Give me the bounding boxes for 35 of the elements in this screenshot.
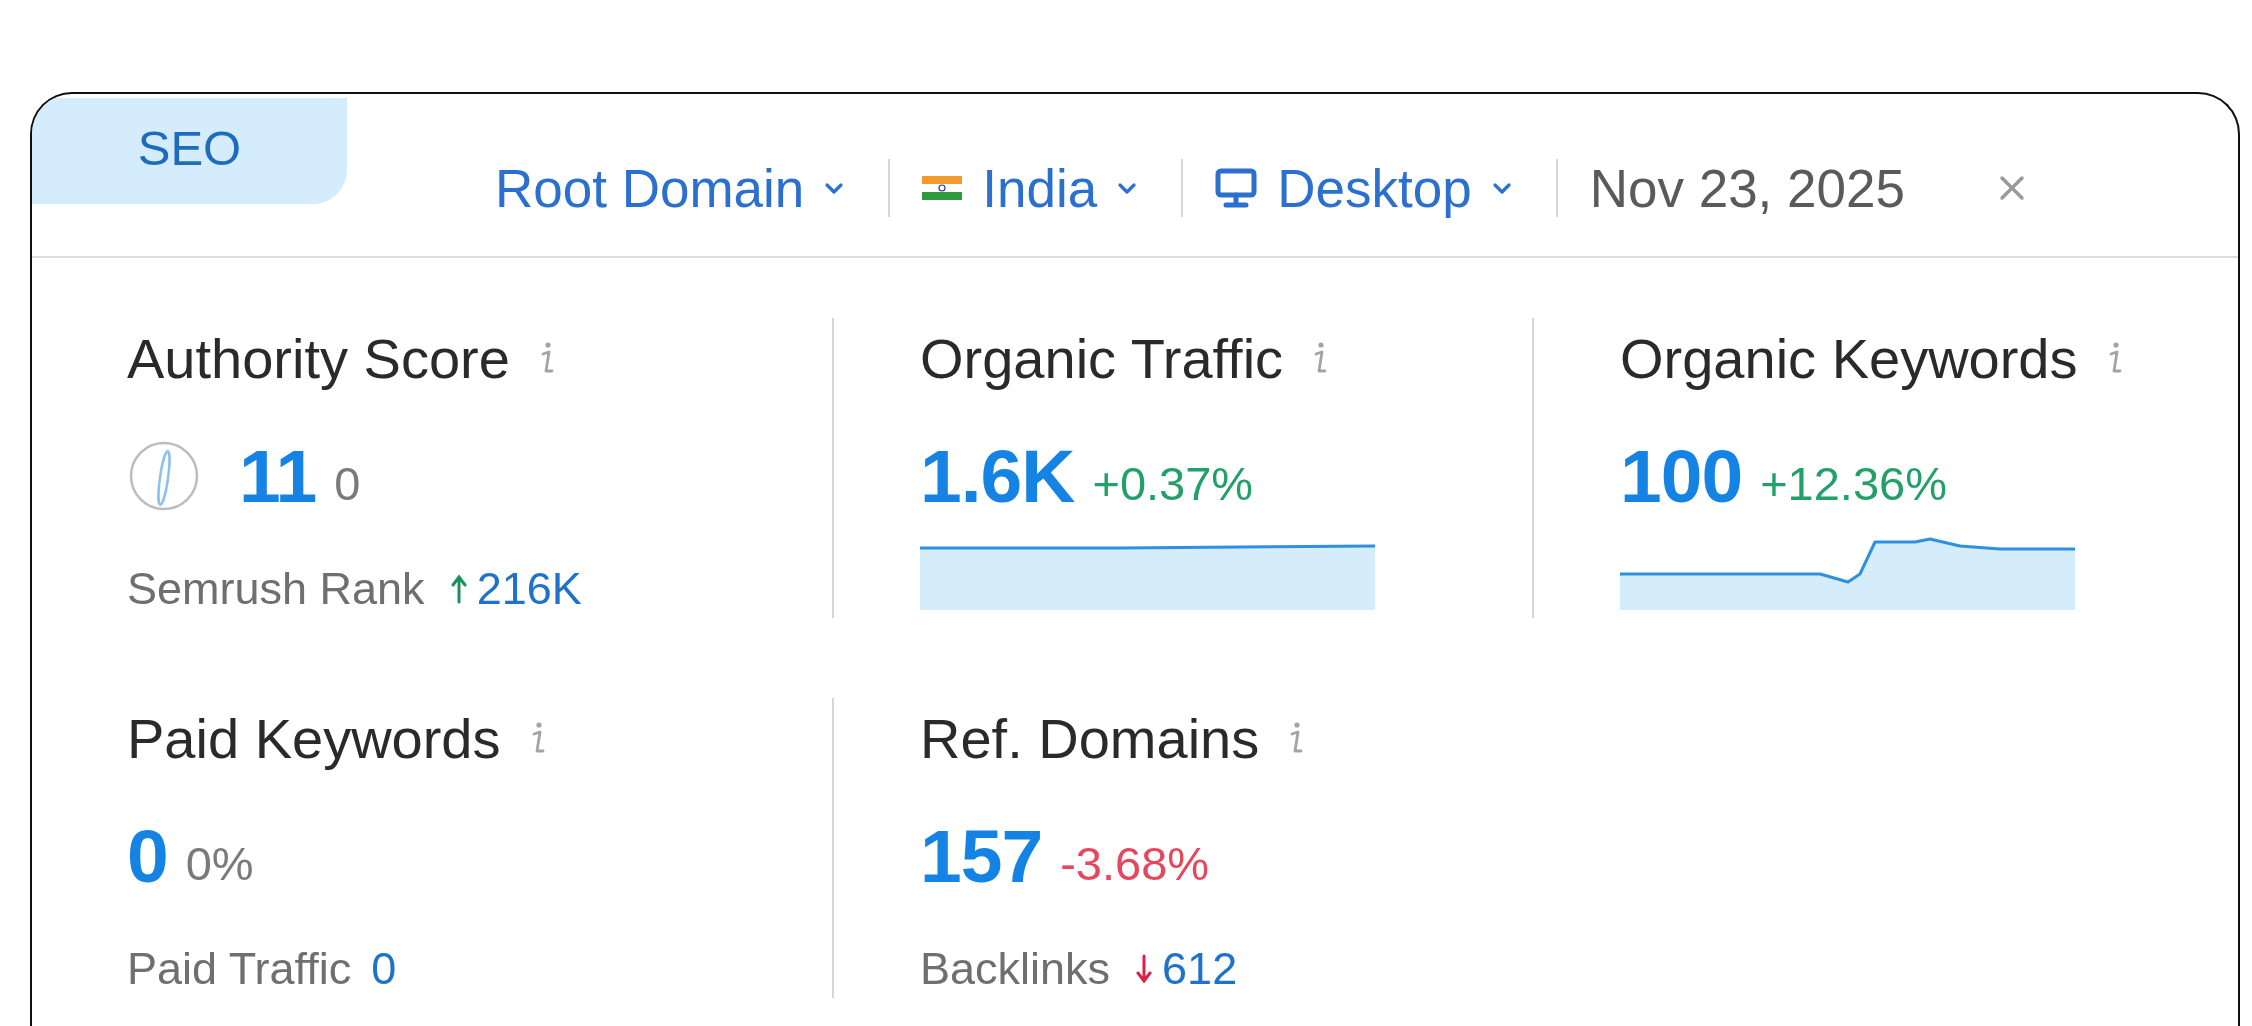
metric-title: Authority Score — [127, 325, 510, 391]
change-value: -3.68% — [1060, 835, 1210, 891]
footer-label: Paid Traffic — [127, 943, 352, 995]
metric-value: 100 — [1620, 433, 1743, 519]
filter-dropdown[interactable]: Desktop — [1183, 157, 1556, 219]
arrow-down-icon — [1136, 954, 1153, 984]
metric-value: 11 — [239, 433, 317, 519]
footer-value: 216K — [476, 563, 582, 615]
footer-label: Backlinks — [920, 943, 1111, 995]
gauge-icon — [127, 439, 201, 513]
change-value: +12.36% — [1760, 455, 1947, 511]
metric-title: Organic Traffic — [920, 325, 1284, 391]
metric-title: Paid Keywords — [127, 705, 501, 771]
metric-value: 1.6K — [920, 433, 1075, 519]
chevron-down-icon — [1117, 180, 1138, 196]
footer-value: 612 — [1162, 943, 1238, 995]
flag-icon — [922, 176, 963, 200]
filter-dropdown[interactable]: Root Domain — [463, 157, 889, 219]
footer-label: Semrush Rank — [127, 563, 425, 615]
metric-title: Ref. Domains — [920, 705, 1260, 771]
metric-value: 0 — [127, 813, 168, 899]
monitor-icon — [1215, 168, 1258, 208]
seo-tab[interactable]: SEO — [32, 98, 347, 204]
chevron-down-icon — [1491, 180, 1512, 196]
metric-title: Organic Keywords — [1620, 325, 2078, 391]
chevron-down-icon — [824, 180, 845, 196]
close-icon[interactable] — [1999, 175, 2025, 201]
change-value: 0% — [185, 835, 254, 891]
metric-value: 157 — [920, 813, 1043, 899]
footer-value: 0 — [371, 943, 397, 995]
change-value: +0.37% — [1092, 455, 1254, 511]
arrow-up-icon — [450, 574, 467, 604]
filter-dropdown[interactable]: India — [890, 157, 1182, 219]
date-picker[interactable]: Nov 23, 2025 — [1557, 157, 1949, 219]
change-value: 0 — [334, 455, 361, 511]
